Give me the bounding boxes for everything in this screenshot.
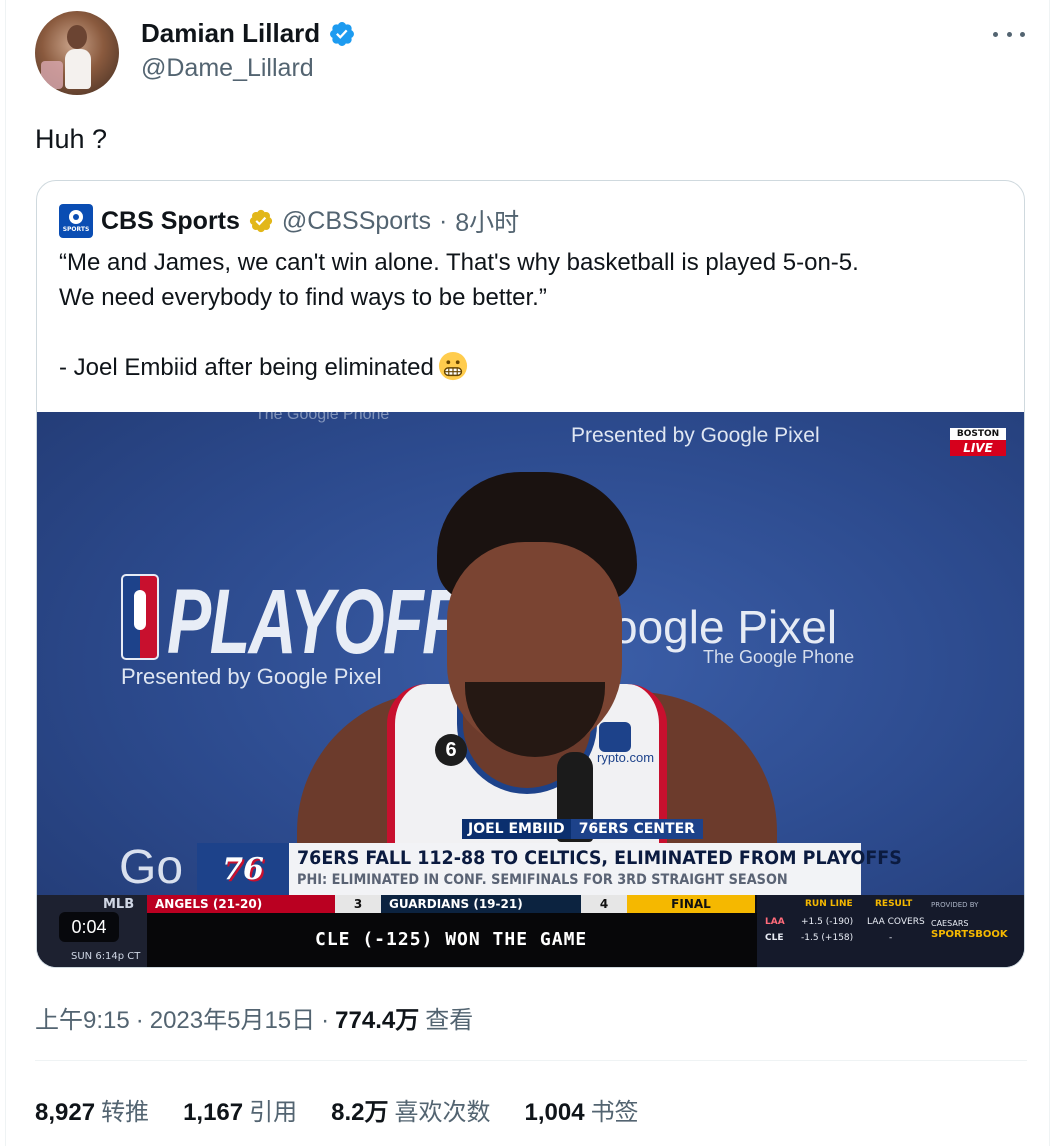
view-count: 774.4万 [335,1007,420,1034]
quoted-tweet-body: “Me and James, we can't win alone. That'… [59,245,1009,385]
player-role-label: 76ERS CENTER [570,819,703,839]
quotes-stat[interactable]: 1,167 引用 [183,1092,297,1127]
author-name-row[interactable]: Damian Lillard [141,18,356,49]
retweets-label: 转推 [101,1099,150,1126]
tweet-time[interactable]: 上午9:15 [35,1000,130,1035]
retweets-count: 8,927 [35,1099,96,1126]
view-label: 查看 [425,1007,474,1034]
quoted-author-name[interactable]: CBS Sports [101,207,240,236]
meta-separator: · [321,1007,330,1034]
broadcast-lower-third: JOEL EMBIID 76ERS CENTER 76 76ERS FALL 1… [197,819,902,895]
tweet-text: Huh ? [35,124,108,154]
ticker-result-box: CLE (-125) WON THE GAME [147,913,757,967]
score-ticker: MLB SUN 6:14p CT ANGELS (21-20) 3 GUARDI… [37,895,1024,967]
avatar-head [67,25,87,49]
gold-verified-badge-icon [249,209,273,233]
retweets-stat[interactable]: 8,927 转推 [35,1092,149,1127]
odds-row2-result: - [889,933,893,943]
name-strip: JOEL EMBIID 76ERS CENTER [462,819,703,839]
likes-count: 8.2万 [331,1099,389,1126]
quoted-tweet[interactable]: SPORTS CBS Sports @CBSSports · 8小时 “Me a… [36,180,1025,968]
author-handle[interactable]: @Dame_Lillard [141,54,314,83]
separator-dot: · [438,206,448,235]
ticker-status: FINAL [627,895,755,913]
sixers-logo-icon: 76 [197,843,289,895]
odds-sponsor2: SPORTSBOOK [931,929,1008,940]
quote-line-with-emoji: - Joel Embiid after being eliminated [59,350,1009,385]
author-avatar[interactable] [35,11,119,95]
odds-row1-team: LAA [765,917,785,927]
backdrop-goo-text: Go [119,841,184,894]
quoted-tweet-header: SPORTS CBS Sports @CBSSports · 8小时 [59,203,519,239]
cbs-logo-word: SPORTS [62,225,90,233]
headline-box: 76ERS FALL 112-88 TO CELTICS, ELIMINATED… [289,843,902,895]
ticker-league: MLB [103,897,135,912]
live-badge: BOSTON LIVE [950,428,1006,458]
dot [993,31,998,37]
bookmarks-stat[interactable]: 1,004 书签 [525,1092,639,1127]
sponsor-text: rypto.com [597,750,655,765]
meta-separator: · [135,1007,144,1034]
likes-label: 喜欢次数 [394,1099,491,1126]
sixers-logo-text: 76 [222,851,264,887]
backdrop-faded-text: The Google Phone [255,412,390,423]
avatar-background-detail [41,61,63,89]
engagement-stats: 8,927 转推 1,167 引用 8.2万 喜欢次数 1,004 书签 [35,1092,639,1127]
avatar-shirt [65,49,91,89]
quotes-count: 1,167 [183,1099,244,1126]
quoted-tweet-time[interactable]: 8小时 [455,203,519,239]
broadcast-subhead: PHI: ELIMINATED IN CONF. SEMIFINALS FOR … [297,872,788,888]
backdrop-presented-top: Presented by Google Pixel [571,424,820,447]
cbs-eye [69,209,83,224]
video-duration-badge: 0:04 [59,912,119,942]
odds-run-line-header: RUN LINE [805,899,853,909]
ticker-odds-panel: RUN LINE RESULT PROVIDED BY LAA +1.5 (-1… [757,895,1024,967]
odds-row1-line: +1.5 (-190) [801,917,854,927]
odds-result-header: RESULT [875,899,913,909]
odds-row2-team: CLE [765,933,784,943]
live-badge-city: BOSTON [950,428,1006,440]
nba-logo-icon [121,574,159,660]
ticker-score-row: ANGELS (21-20) 3 GUARDIANS (19-21) 4 FIN… [147,895,755,913]
player-name-label: JOEL EMBIID [462,819,571,839]
dot [1006,31,1012,37]
jersey-number-badge: 6 [435,734,467,766]
quoted-author-handle[interactable]: @CBSSports [282,207,431,236]
live-badge-label: LIVE [950,440,1006,456]
sponsor-logo-icon [599,722,631,752]
cbs-sports-logo-icon[interactable]: SPORTS [59,204,93,238]
likes-stat[interactable]: 8.2万 喜欢次数 [331,1092,490,1127]
odds-row1-result: LAA COVERS [867,917,925,927]
more-options-icon[interactable] [993,22,1025,46]
divider [35,1060,1027,1061]
odds-sponsor1: CAESARS [931,919,969,928]
bookmarks-count: 1,004 [524,1099,585,1126]
quotes-label: 引用 [249,1099,298,1126]
tweet-meta: 上午9:15 · 2023年5月15日 · 774.4万 查看 [35,1000,473,1035]
broadcast-headline: 76ERS FALL 112-88 TO CELTICS, ELIMINATED… [297,847,902,869]
bookmarks-label: 书签 [590,1099,639,1126]
video-player[interactable]: The Google Phone Presented by Google Pix… [37,412,1024,967]
tweet-date[interactable]: 2023年5月15日 [150,1000,315,1035]
odds-row2-line: -1.5 (+158) [801,933,854,943]
ticker-result: CLE (-125) WON THE GAME [315,929,588,950]
author-name[interactable]: Damian Lillard [141,18,320,49]
ticker-score2: 4 [581,895,627,913]
verified-badge-icon [330,21,355,46]
ticker-team2: GUARDIANS (19-21) [381,895,581,913]
ticker-team1: ANGELS (21-20) [147,895,335,913]
dot [1020,31,1025,37]
ticker-time: SUN 6:14p CT [71,951,141,962]
quote-line [59,315,1009,350]
odds-provided-by: PROVIDED BY [931,901,979,909]
quote-line: “Me and James, we can't win alone. That'… [59,249,859,276]
ticker-score1: 3 [335,895,381,913]
quote-line: - Joel Embiid after being eliminated [59,354,434,381]
grimacing-face-emoji-icon [438,351,467,381]
quote-line: We need everybody to find ways to be bet… [59,284,547,311]
